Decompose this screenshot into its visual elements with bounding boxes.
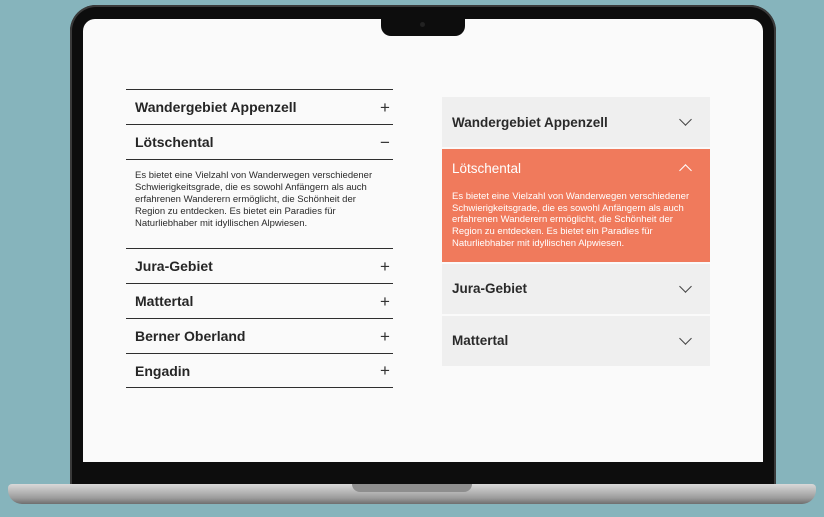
chevron-down-icon[interactable] <box>678 334 692 348</box>
left-accordion-item-berner-oberland[interactable]: Berner Oberland + <box>126 318 393 353</box>
accordion-item-label: Mattertal <box>452 333 509 349</box>
accordion-header[interactable]: Lötschental <box>442 149 710 187</box>
plus-icon[interactable]: + <box>377 258 393 275</box>
accordion-item-label: Berner Oberland <box>135 328 246 344</box>
plus-icon[interactable]: + <box>377 328 393 345</box>
plus-icon[interactable]: + <box>377 362 393 379</box>
right-accordion-item-loetschental[interactable]: Lötschental Es bietet eine Vielzahl von … <box>442 149 710 262</box>
plus-icon[interactable]: + <box>377 99 393 116</box>
right-accordion-panel-loetschental: Es bietet eine Vielzahl von Wanderwegen … <box>452 191 690 249</box>
accordion-item-label: Mattertal <box>135 293 194 309</box>
accordion-item-label: Wandergebiet Appenzell <box>135 99 297 115</box>
left-accordion-item-engadin[interactable]: Engadin + <box>126 353 393 388</box>
chevron-up-icon[interactable] <box>678 161 692 175</box>
accordion-item-label: Lötschental <box>452 160 522 176</box>
accordion-item-label: Engadin <box>135 362 191 379</box>
left-accordion: Wandergebiet Appenzell + Lötschental − E… <box>126 89 393 388</box>
right-accordion-item-appenzell[interactable]: Wandergebiet Appenzell <box>442 97 710 147</box>
accordion-item-label: Jura-Gebiet <box>135 258 213 274</box>
camera-icon <box>420 22 425 27</box>
laptop-base-notch <box>352 484 472 492</box>
left-accordion-item-loetschental[interactable]: Lötschental − <box>126 124 393 159</box>
accordion-header[interactable]: Mattertal <box>442 316 710 366</box>
accordion-item-label: Lötschental <box>135 134 214 150</box>
left-accordion-item-appenzell[interactable]: Wandergebiet Appenzell + <box>126 89 393 124</box>
chevron-down-icon[interactable] <box>678 282 692 296</box>
chevron-down-icon[interactable] <box>678 115 692 129</box>
left-accordion-item-jura[interactable]: Jura-Gebiet + <box>126 248 393 283</box>
accordion-item-label: Wandergebiet Appenzell <box>452 114 608 130</box>
accordion-header[interactable]: Wandergebiet Appenzell <box>442 97 710 147</box>
left-accordion-panel-loetschental: Es bietet eine Vielzahl von Wanderwegen … <box>126 159 393 248</box>
left-accordion-item-mattertal[interactable]: Mattertal + <box>126 283 393 318</box>
right-accordion-item-jura[interactable]: Jura-Gebiet <box>442 263 710 314</box>
minus-icon[interactable]: − <box>377 134 393 151</box>
accordion-header[interactable]: Jura-Gebiet <box>442 264 710 314</box>
right-accordion-item-mattertal[interactable]: Mattertal <box>442 315 710 366</box>
accordion-item-label: Jura-Gebiet <box>452 281 528 297</box>
plus-icon[interactable]: + <box>377 293 393 310</box>
right-accordion: Wandergebiet Appenzell Lötschental Es bi… <box>442 97 710 368</box>
